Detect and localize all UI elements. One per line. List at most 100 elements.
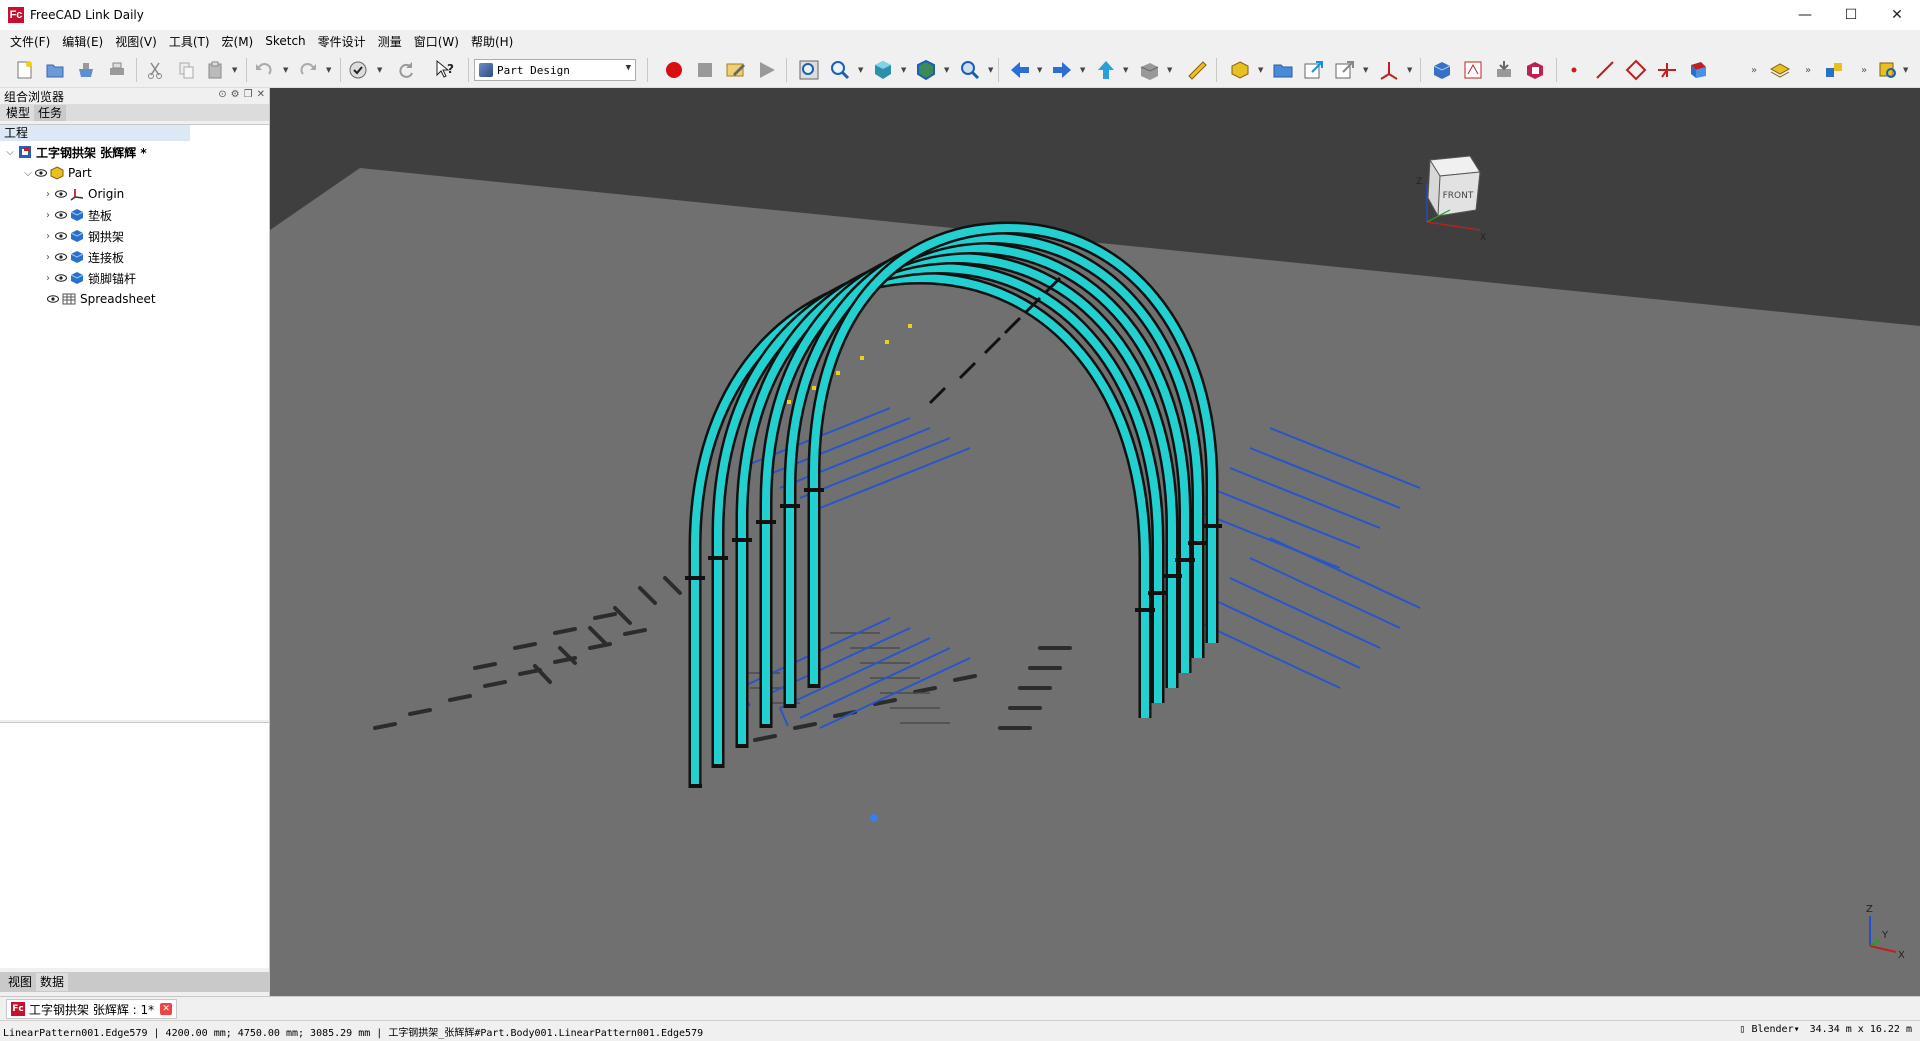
menu-window[interactable]: 窗口(W) [408,33,465,50]
macro-edit-icon[interactable] [724,58,748,82]
tree-item-origin[interactable]: › Origin [42,184,124,204]
visibility-eye-icon[interactable] [54,252,68,262]
visibility-eye-icon[interactable] [54,210,68,220]
menu-file[interactable]: 文件(F) [4,33,56,50]
expand-arrow-icon[interactable]: › [42,210,54,221]
check-dropdown-arrow[interactable]: ▼ [377,66,385,74]
create-link-icon[interactable] [1302,58,1326,82]
tab-tasks[interactable]: 任务 [34,105,67,121]
expand-arrow-icon[interactable]: › [42,189,54,200]
tree-item-pad-plate[interactable]: › 垫板 [42,205,112,225]
std-views-icon[interactable] [1137,58,1161,82]
menu-tools[interactable]: 工具(T) [163,33,216,50]
sketch-polygon-icon[interactable] [1624,58,1648,82]
menu-measure[interactable]: 测量 [372,33,408,50]
expand-arrow-icon[interactable]: › [42,231,54,242]
visibility-eye-icon[interactable] [54,273,68,283]
redo-icon[interactable] [296,58,320,82]
tree-item-spreadsheet[interactable]: Spreadsheet [34,289,156,309]
measure-distance-icon[interactable] [1185,58,1209,82]
pad-icon[interactable] [1686,58,1710,82]
tree-item-anchor-bolt[interactable]: › 锁脚锚杆 [42,268,136,288]
std-views-dropdown-arrow[interactable]: ▼ [1167,66,1175,74]
bounding-box-icon[interactable] [958,58,982,82]
macro-run-icon[interactable] [755,58,779,82]
undock-panel-icon[interactable]: ❐ [244,89,253,100]
expand-arrow-icon[interactable]: › [42,252,54,263]
print-icon[interactable] [105,58,129,82]
isometric-view-icon[interactable] [871,58,895,82]
check-geometry-icon[interactable] [1523,58,1547,82]
menu-sketch[interactable]: Sketch [259,34,311,48]
visibility-eye-icon[interactable] [54,189,68,199]
nav-up-icon[interactable] [1094,58,1118,82]
tree-item-part[interactable]: ⌵ Part [22,163,92,183]
assembly-icon[interactable] [1822,58,1846,82]
whats-this-icon[interactable]: ? [433,58,457,82]
create-part-icon[interactable] [1228,58,1252,82]
create-body-icon[interactable] [1430,58,1454,82]
nav-back-dropdown-arrow[interactable]: ▼ [1037,66,1045,74]
zoom-dropdown-arrow[interactable]: ▼ [988,66,996,74]
tree-item-document[interactable]: ⌵ 工字钢拱架 张辉辉 * [4,142,146,162]
property-view[interactable] [0,722,269,968]
sketch-constraint-icon[interactable] [1655,58,1679,82]
close-panel-icon[interactable]: ✕ [257,89,265,100]
create-datum-icon[interactable] [1377,58,1401,82]
refresh-check-icon[interactable] [346,58,370,82]
collapse-arrow-icon[interactable]: ⌵ [22,168,34,179]
nav-up-dropdown-arrow[interactable]: ▼ [1123,66,1131,74]
macro-stop-icon[interactable] [693,58,717,82]
open-file-icon[interactable] [43,58,67,82]
expand-arrow-icon[interactable]: › [42,273,54,284]
nav-forward-dropdown-arrow[interactable]: ▼ [1080,66,1088,74]
tree-item-connect-plate[interactable]: › 连接板 [42,247,124,267]
nav-forward-icon[interactable] [1050,58,1074,82]
undo-icon[interactable] [252,58,276,82]
toolbar-overflow-icon-2[interactable]: » [1800,58,1816,82]
menu-part-design[interactable]: 零件设计 [312,33,372,50]
macro-record-icon[interactable] [662,58,686,82]
cut-icon[interactable] [143,58,167,82]
tab-view-properties[interactable]: 视图 [4,973,36,991]
3d-viewport[interactable]: FRONT Z X Z Y X [270,88,1920,996]
create-sketch-icon[interactable] [1461,58,1485,82]
new-file-icon[interactable] [12,58,36,82]
menu-edit[interactable]: 编辑(E) [56,33,109,50]
link-actions-icon[interactable] [1333,58,1357,82]
close-button[interactable]: ✕ [1874,0,1920,30]
visibility-eye-icon[interactable] [34,168,48,178]
tab-model[interactable]: 模型 [2,105,35,121]
float-panel-icon[interactable]: ⊙ [218,89,226,100]
tab-data-properties[interactable]: 数据 [36,973,69,991]
document-tab[interactable]: Fc 工字钢拱架 张辉辉 : 1* ✕ [6,999,178,1019]
collapse-arrow-icon[interactable]: ⌵ [4,147,16,158]
navigation-style-selector[interactable]: ▯ Blender▾ [1739,1024,1799,1035]
fit-dropdown-arrow[interactable]: ▼ [858,66,866,74]
visibility-eye-icon[interactable] [46,294,60,304]
close-tab-icon[interactable]: ✕ [160,1003,173,1015]
panel-settings-icon[interactable]: ⚙ [231,89,240,100]
link-dropdown-arrow[interactable]: ▼ [1363,66,1371,74]
datum-dropdown-arrow[interactable]: ▼ [1407,66,1415,74]
paste-icon[interactable] [203,58,227,82]
inspect-icon[interactable] [1876,58,1900,82]
copy-icon[interactable] [174,58,198,82]
fit-selection-icon[interactable] [828,58,852,82]
undo-dropdown-arrow[interactable]: ▼ [283,66,291,74]
draw-style-icon[interactable] [914,58,938,82]
create-group-icon[interactable] [1271,58,1295,82]
menu-view[interactable]: 视图(V) [109,33,163,50]
recompute-icon[interactable] [394,58,418,82]
draw-style-dropdown-arrow[interactable]: ▼ [944,66,952,74]
navcube-face-front[interactable]: FRONT [1443,191,1474,201]
menu-help[interactable]: 帮助(H) [465,33,519,50]
workbench-selector[interactable]: Part Design ▼ [474,59,636,81]
navigation-cube[interactable]: FRONT Z X [1416,155,1486,243]
minimize-button[interactable]: — [1782,0,1828,30]
inspect-dropdown-arrow[interactable]: ▼ [1903,66,1911,74]
menu-macro[interactable]: 宏(M) [216,33,260,50]
sketch-point-icon[interactable] [1562,58,1586,82]
nav-back-icon[interactable] [1008,58,1032,82]
fit-all-icon[interactable] [797,58,821,82]
